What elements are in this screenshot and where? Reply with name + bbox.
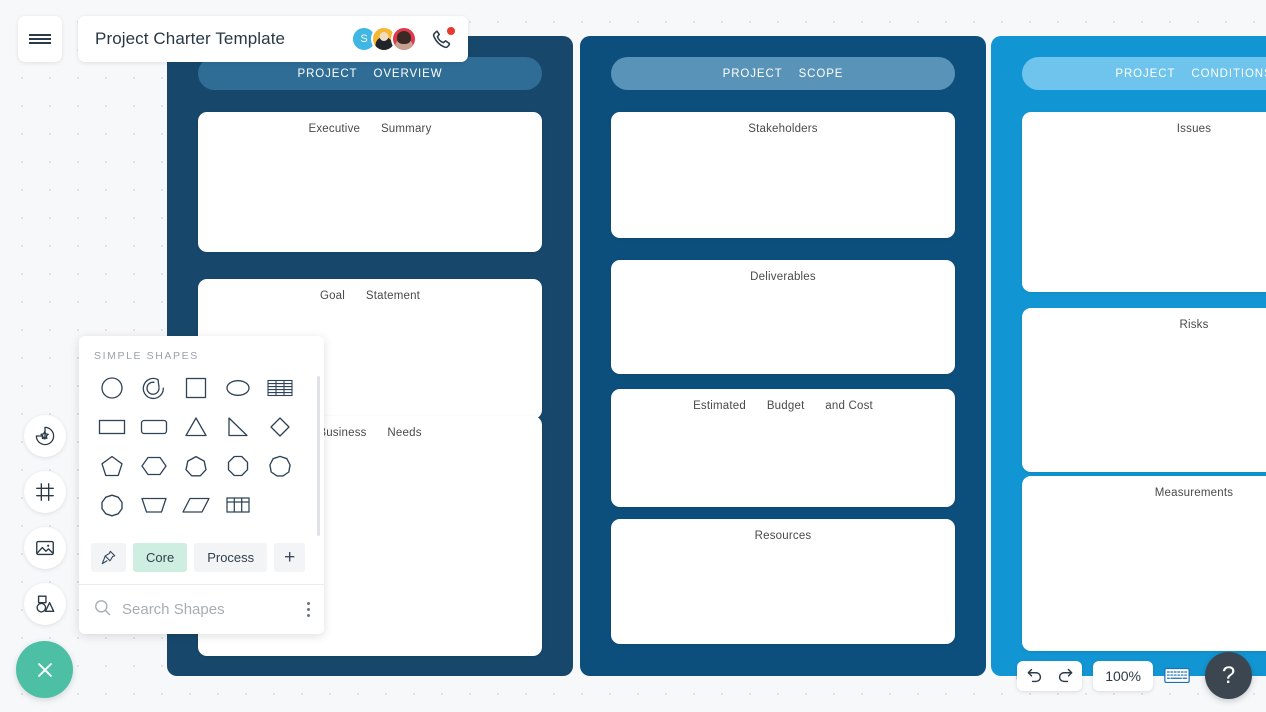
shape-circle-icon[interactable]	[91, 372, 133, 404]
card-label: Deliverables	[750, 271, 816, 283]
add-category-button[interactable]: +	[274, 543, 306, 572]
avatar[interactable]	[391, 26, 417, 52]
card-executive-summary[interactable]: Executive Summary	[198, 112, 542, 252]
notification-dot	[447, 27, 455, 35]
panel-scrollbar[interactable]	[317, 376, 320, 536]
shape-parallelogram-icon[interactable]	[175, 489, 217, 521]
card-stakeholders[interactable]: Stakeholders	[611, 112, 955, 238]
shape-ellipse-icon[interactable]	[217, 372, 259, 404]
shape-search-row: Search Shapes	[79, 585, 324, 634]
search-icon	[93, 598, 112, 622]
column-header-word-1: PROJECT	[1115, 67, 1176, 80]
shape-heptagon-icon[interactable]	[175, 450, 217, 482]
card-label-word-1: Goal	[319, 290, 346, 302]
close-icon[interactable]	[16, 641, 73, 698]
card-measurements[interactable]: Measurements	[1022, 476, 1266, 651]
column-header-word-1: PROJECT	[297, 67, 358, 80]
card-label-word-3: and Cost	[825, 400, 873, 412]
card-label-word-2: Needs	[387, 427, 422, 439]
board-column-project-conditions[interactable]: PROJECT CONDITIONS Issues Risks Measurem…	[991, 36, 1266, 676]
card-label: Risks	[1179, 319, 1209, 331]
shape-square-icon[interactable]	[175, 372, 217, 404]
shape-trapezoid-icon[interactable]	[133, 489, 175, 521]
card-estimated-budget-and-cost[interactable]: Estimated Budget and Cost	[611, 389, 955, 507]
shape-category-tabs: Core Process +	[91, 543, 306, 572]
frame-icon[interactable]	[24, 471, 66, 513]
shape-decagon-icon[interactable]	[91, 489, 133, 521]
image-icon[interactable]	[24, 527, 66, 569]
column-header-word-2: CONDITIONS	[1191, 67, 1266, 80]
hamburger-menu-icon[interactable]	[18, 16, 62, 62]
card-label-word-2: Budget	[766, 400, 805, 412]
undo-icon[interactable]	[1023, 665, 1045, 687]
card-label-word-1: Executive	[308, 123, 361, 135]
shape-grid	[91, 372, 301, 521]
shape-pentagon-icon[interactable]	[91, 450, 133, 482]
column-header-project-conditions: PROJECT CONDITIONS	[1022, 57, 1266, 90]
more-options-icon[interactable]	[306, 601, 310, 618]
phone-call-icon[interactable]	[430, 27, 455, 51]
help-button[interactable]: ?	[1205, 652, 1252, 699]
redo-icon[interactable]	[1054, 665, 1076, 687]
menu-bar	[29, 38, 51, 40]
document-title-bar: Project Charter Template S	[78, 16, 468, 62]
shape-triangle-icon[interactable]	[175, 411, 217, 443]
shapes-panel: SIMPLE SHAPES Core Process + Search Shap…	[79, 336, 324, 634]
card-label: Resources	[754, 530, 812, 542]
shape-rectangle-icon[interactable]	[91, 411, 133, 443]
collaborator-avatars: S	[351, 26, 417, 52]
shape-nonagon-icon[interactable]	[259, 450, 301, 482]
card-label: Estimated Budget and Cost	[611, 400, 955, 412]
zoom-level[interactable]: 100%	[1093, 660, 1153, 691]
card-label: Executive Summary	[198, 123, 542, 135]
shape-arc-icon[interactable]	[133, 372, 175, 404]
tool-rail	[24, 415, 66, 639]
shape-table-lines-icon[interactable]	[259, 372, 301, 404]
undo-redo-group	[1017, 660, 1083, 691]
column-header-word-2: SCOPE	[798, 67, 844, 80]
keyboard-shortcuts-icon[interactable]	[1164, 666, 1190, 685]
card-resources[interactable]: Resources	[611, 519, 955, 644]
card-label: Issues	[1176, 123, 1212, 135]
shape-octagon-icon[interactable]	[217, 450, 259, 482]
card-label-word-1: Estimated	[693, 400, 746, 412]
shape-diamond-icon[interactable]	[259, 411, 301, 443]
card-risks[interactable]: Risks	[1022, 308, 1266, 472]
card-label-word-2: Summary	[380, 123, 432, 135]
shape-grid-table-icon[interactable]	[217, 489, 259, 521]
sticker-badge-icon[interactable]	[24, 415, 66, 457]
card-label: Stakeholders	[748, 123, 818, 135]
card-label-word-1: Business	[318, 427, 367, 439]
page-title[interactable]: Project Charter Template	[95, 29, 351, 49]
column-header-word-2: OVERVIEW	[373, 67, 443, 80]
menu-bar	[29, 33, 51, 36]
card-deliverables[interactable]: Deliverables	[611, 260, 955, 374]
search-input[interactable]: Search Shapes	[122, 601, 307, 618]
tab-core[interactable]: Core	[133, 543, 188, 572]
shape-hexagon-icon[interactable]	[133, 450, 175, 482]
column-header-project-scope: PROJECT SCOPE	[611, 57, 955, 90]
card-issues[interactable]: Issues	[1022, 112, 1266, 292]
card-label-word-2: Statement	[365, 290, 421, 302]
tab-process[interactable]: Process	[194, 543, 268, 572]
bottom-toolbar: 100% ?	[1017, 652, 1266, 699]
card-label: Measurements	[1154, 487, 1234, 499]
card-label: Goal Statement	[198, 290, 542, 302]
shapes-icon[interactable]	[24, 583, 66, 625]
shape-right-triangle-icon[interactable]	[217, 411, 259, 443]
shape-rounded-rectangle-icon[interactable]	[133, 411, 175, 443]
menu-bar	[29, 42, 51, 45]
pin-icon[interactable]	[91, 543, 126, 572]
board-column-project-scope[interactable]: PROJECT SCOPE Stakeholders Deliverables …	[580, 36, 986, 676]
column-header-word-1: PROJECT	[722, 67, 783, 80]
shapes-panel-title: SIMPLE SHAPES	[94, 350, 199, 362]
